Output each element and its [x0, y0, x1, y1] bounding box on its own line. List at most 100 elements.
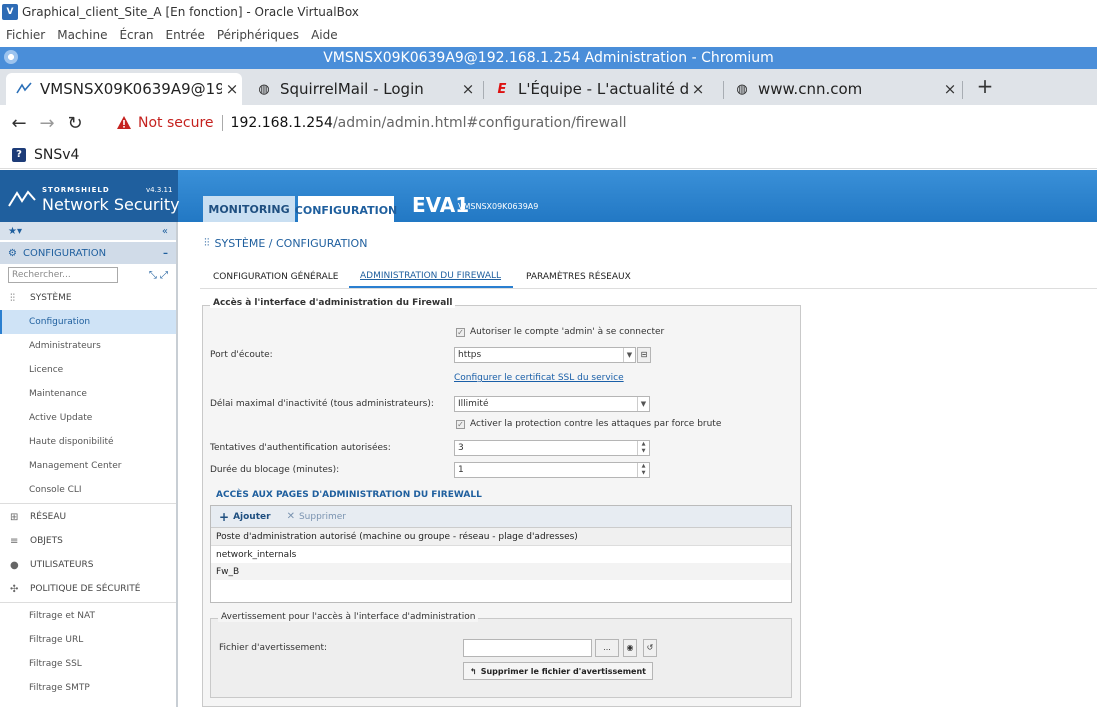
sidebar-config-header[interactable]: ⚙ CONFIGURATION –: [0, 242, 176, 264]
attempts-spinner[interactable]: 3 ▲ ▼: [454, 440, 650, 456]
url-host: 192.168.1.254: [230, 115, 333, 131]
sidebar-item-filtrage-ssl[interactable]: Filtrage SSL: [0, 652, 176, 676]
spinner-arrows-icon[interactable]: ▲ ▼: [637, 441, 649, 455]
browser-tab-title: SquirrelMail - Login: [280, 80, 424, 98]
delete-button[interactable]: ✕ Supprimer: [287, 511, 346, 522]
sidebar-section-label: SYSTÈME: [30, 293, 72, 303]
vbox-menu-machine[interactable]: Machine: [57, 28, 107, 42]
grid-header[interactable]: Poste d'administration autorisé (machine…: [211, 528, 791, 546]
browser-tab-cnn[interactable]: ◍ www.cnn.com ×: [724, 73, 960, 105]
sidebar-section-utilisateurs[interactable]: ● UTILISATEURS: [0, 553, 176, 577]
plus-icon: +: [219, 509, 230, 524]
sidebar-item-active-update[interactable]: Active Update: [0, 406, 176, 430]
vbox-menu-fichier[interactable]: Fichier: [6, 28, 45, 42]
stormshield-icon: [16, 81, 32, 97]
page-title: ⫶⫶ SYSTÈME / CONFIGURATION: [204, 236, 367, 250]
port-label: Port d'écoute:: [210, 350, 273, 360]
browser-tab-title: www.cnn.com: [758, 80, 863, 98]
sidebar-section-objets[interactable]: ≡ OBJETS: [0, 529, 176, 553]
url-path: /admin/admin.html#configuration/firewall: [332, 115, 627, 131]
browser-tab-title: VMSNSX09K0639A9@192.168.1.254: [40, 80, 222, 98]
port-object-button[interactable]: ⊟: [637, 347, 651, 363]
close-tab-icon[interactable]: ×: [940, 80, 960, 98]
port-select[interactable]: https ▼: [454, 347, 636, 363]
policy-icon: ✣: [10, 583, 19, 595]
browse-button[interactable]: ...: [595, 639, 619, 657]
ssl-certificate-link[interactable]: Configurer le certificat SSL du service: [454, 373, 624, 383]
block-duration-spinner[interactable]: 1 ▲ ▼: [454, 462, 650, 478]
tab-monitoring[interactable]: MONITORING: [203, 196, 295, 222]
sidebar-item-maintenance[interactable]: Maintenance: [0, 382, 176, 406]
sidebar-search-input[interactable]: Rechercher...: [8, 267, 118, 283]
reload-icon[interactable]: ↻: [64, 112, 86, 134]
attempts-label: Tentatives d'authentification autorisées…: [210, 443, 391, 453]
bookmark-snsv4[interactable]: SNSv4: [34, 147, 79, 163]
collapse-section-icon[interactable]: –: [163, 248, 168, 259]
sidebar-item-configuration[interactable]: Configuration: [0, 310, 176, 334]
warning-file-label: Fichier d'avertissement:: [219, 643, 328, 653]
sidebar-section-label: RÉSEAU: [30, 512, 67, 522]
database-icon: ≡: [10, 535, 19, 547]
sidebar-section-system[interactable]: ⫶⫶ SYSTÈME: [0, 286, 176, 310]
table-row[interactable]: Fw_B: [211, 563, 791, 580]
bruteforce-checkbox[interactable]: ✓: [456, 420, 465, 429]
eye-icon[interactable]: ◉: [623, 639, 637, 657]
user-icon: ●: [10, 559, 19, 571]
close-tab-icon[interactable]: ×: [222, 80, 242, 98]
browser-tab-squirrelmail[interactable]: ◍ SquirrelMail - Login ×: [246, 73, 478, 105]
forward-icon[interactable]: →: [36, 112, 58, 134]
favorites-star-icon[interactable]: ★▾: [8, 226, 22, 237]
spinner-arrows-icon[interactable]: ▲ ▼: [637, 463, 649, 477]
not-secure-label[interactable]: Not secure: [138, 115, 214, 131]
browser-tab-lequipe[interactable]: E L'Équipe - L'actualité du sport ×: [484, 73, 720, 105]
sidebar-item-console-cli[interactable]: Console CLI: [0, 478, 176, 502]
close-tab-icon[interactable]: ×: [458, 80, 478, 98]
sidebar-item-filtrage-url[interactable]: Filtrage URL: [0, 628, 176, 652]
back-icon[interactable]: ←: [8, 112, 30, 134]
table-row[interactable]: network_internals: [211, 546, 791, 563]
sidebar-item-licence[interactable]: Licence: [0, 358, 176, 382]
sidebar-section-reseau[interactable]: ⊞ RÉSEAU: [0, 505, 176, 529]
add-button[interactable]: + Ajouter: [219, 510, 271, 524]
close-tab-icon[interactable]: ×: [688, 80, 708, 98]
collapse-sidebar-icon[interactable]: «: [162, 226, 168, 237]
system-icon: ⫶⫶: [10, 292, 15, 304]
chevron-down-icon: ▼: [637, 397, 649, 411]
warning-file-input[interactable]: [463, 639, 592, 657]
block-duration-value: 1: [458, 465, 464, 475]
tab-configuration[interactable]: CONFIGURATION: [295, 196, 397, 222]
tab-separator: [962, 81, 963, 99]
access-pages-title: ACCÈS AUX PAGES D'ADMINISTRATION DU FIRE…: [216, 490, 482, 500]
subtab-bar: CONFIGURATION GÉNÉRALE ADMINISTRATION DU…: [200, 266, 1097, 288]
stormshield-logo-icon: [8, 190, 36, 207]
sidebar-item-filtrage-smtp[interactable]: Filtrage SMTP: [0, 676, 176, 700]
expand-collapse-icon[interactable]: ⤡ ⤢: [149, 270, 168, 281]
vbox-menu-aide[interactable]: Aide: [311, 28, 338, 42]
tab-configuration-generale[interactable]: CONFIGURATION GÉNÉRALE: [213, 266, 339, 288]
sidebar-item-filtrage-nat[interactable]: Filtrage et NAT: [0, 604, 176, 628]
delete-warning-button[interactable]: ↰ Supprimer le fichier d'avertissement: [463, 662, 653, 680]
chevron-down-icon: ▼: [623, 348, 635, 362]
delete-label: Supprimer: [298, 511, 347, 522]
tab-parametres-reseaux[interactable]: PARAMÈTRES RÉSEAUX: [526, 266, 631, 288]
block-duration-label: Durée du blocage (minutes):: [210, 465, 340, 475]
sidebar-item-haute-disponibilite[interactable]: Haute disponibilité: [0, 430, 176, 454]
new-tab-button[interactable]: +: [974, 74, 996, 98]
attempts-value: 3: [458, 443, 464, 453]
refresh-icon[interactable]: ↺: [643, 639, 657, 657]
address-bar[interactable]: Not secure 192.168.1.254 /admin/admin.ht…: [108, 109, 1097, 137]
bookmarks-bar: ? SNSv4: [0, 141, 1097, 169]
sidebar-top-bar: ★▾ «: [0, 222, 176, 240]
sidebar-item-management-center[interactable]: Management Center: [0, 454, 176, 478]
vbox-menu-ecran[interactable]: Écran: [119, 28, 153, 42]
chromium-icon: [4, 50, 18, 64]
browser-tab-admin[interactable]: VMSNSX09K0639A9@192.168.1.254 ×: [6, 73, 242, 105]
allow-admin-checkbox[interactable]: ✓: [456, 328, 465, 337]
sidebar-section-label: OBJETS: [30, 536, 63, 546]
idle-timeout-select[interactable]: Illimité ▼: [454, 396, 650, 412]
tab-administration-firewall[interactable]: ADMINISTRATION DU FIREWALL: [349, 266, 514, 288]
sidebar-section-politique[interactable]: ✣ POLITIQUE DE SÉCURITÉ: [0, 577, 176, 601]
vbox-menu-peripheriques[interactable]: Périphériques: [217, 28, 299, 42]
sidebar-item-administrateurs[interactable]: Administrateurs: [0, 334, 176, 358]
vbox-menu-entree[interactable]: Entrée: [166, 28, 205, 42]
